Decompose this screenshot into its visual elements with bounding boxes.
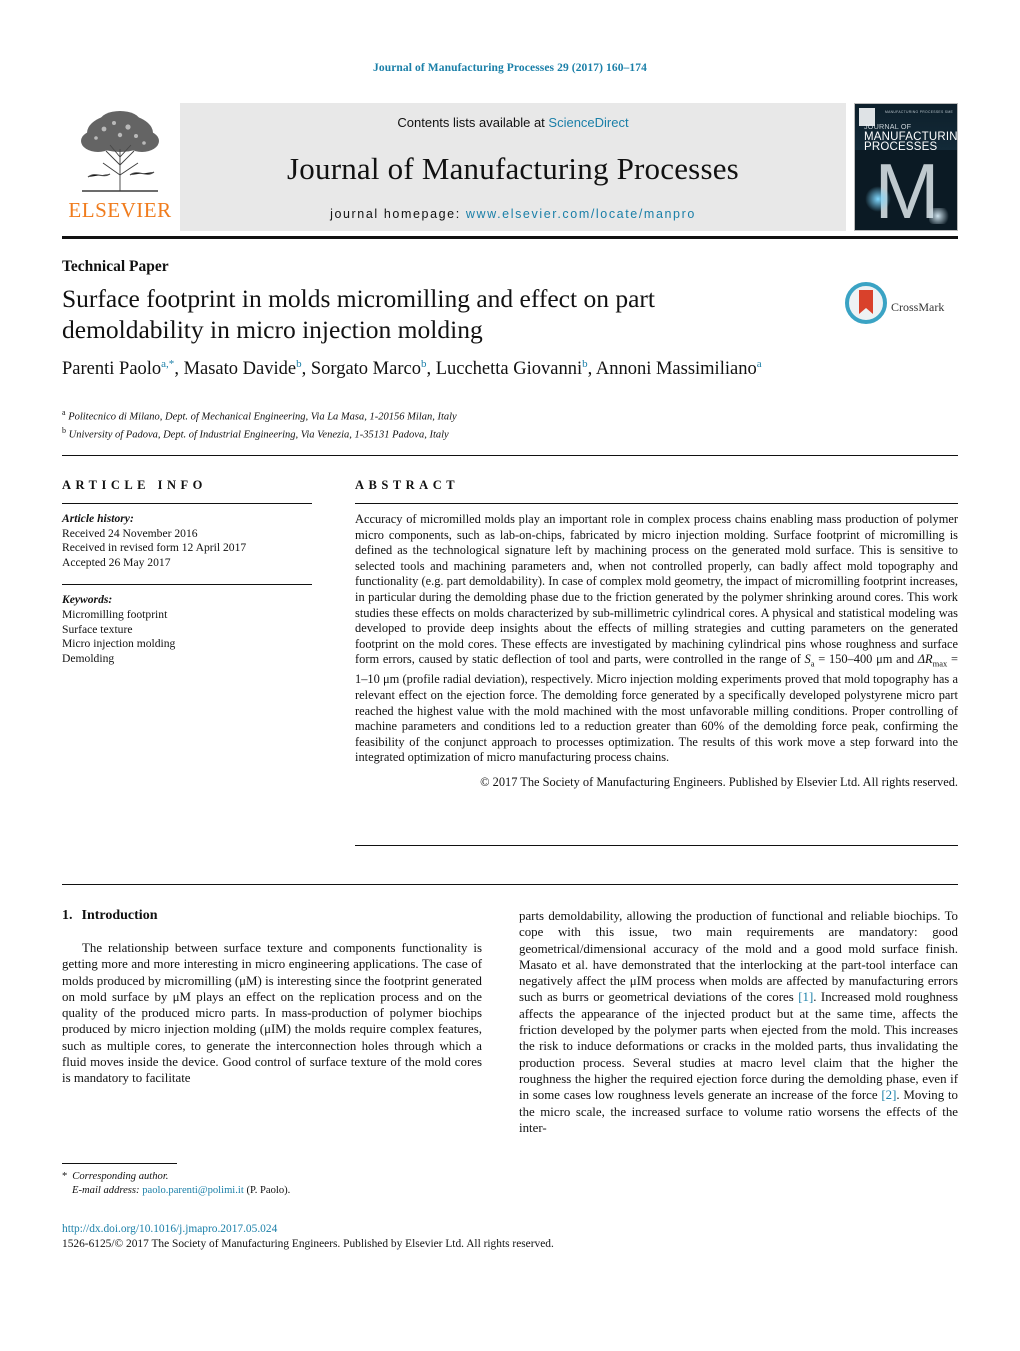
crossmark-icon (845, 282, 887, 324)
cover-glow-decoration (865, 186, 891, 212)
homepage-url-link[interactable]: www.elsevier.com/locate/manpro (466, 207, 696, 221)
email-label: E-mail address: (72, 1185, 140, 1196)
journal-cover-thumbnail: MANUFACTURING PROCESSES SME JOURNAL OF M… (854, 103, 958, 231)
affiliation-list: a Politecnico di Milano, Dept. of Mechan… (62, 406, 822, 442)
author-marks: a,* (161, 358, 175, 370)
citation-link-1[interactable]: [1] (798, 990, 813, 1004)
keywords-label: Keywords: (62, 593, 113, 607)
body-right-column: parts demoldability, allowing the produc… (519, 908, 958, 1136)
intro-paragraph-left: The relationship between surface texture… (62, 941, 482, 1086)
section-title: Introduction (81, 908, 158, 923)
doi-link[interactable]: http://dx.doi.org/10.1016/j.jmapro.2017.… (62, 1222, 662, 1237)
abstract-part-1: Accuracy of micromilled molds play an im… (355, 512, 958, 667)
paper-page: Journal of Manufacturing Processes 29 (2… (0, 0, 1020, 1351)
history-item: Received 24 November 2016 (62, 526, 198, 540)
sciencedirect-link[interactable]: ScienceDirect (548, 115, 628, 130)
keyword-item: Micro injection molding (62, 637, 176, 651)
range-sa: = 150–400 μm and (814, 652, 918, 667)
homepage-prefix: journal homepage: (330, 207, 466, 221)
email-note: E-mail address: paolo.parenti@polimi.it … (62, 1184, 482, 1198)
running-head: Journal of Manufacturing Processes 29 (2… (373, 62, 647, 74)
author-name: Sorgato Marco (310, 359, 421, 380)
article-type-label: Technical Paper (62, 258, 169, 275)
contents-available-line: Contents lists available at ScienceDirec… (397, 115, 628, 130)
affiliation-item: a Politecnico di Milano, Dept. of Mechan… (62, 406, 822, 424)
article-info-heading: ARTICLE INFO (62, 478, 207, 492)
corresponding-author-note: * Corresponding author. (62, 1170, 482, 1184)
author-name: Masato Davide (183, 359, 297, 380)
issn-copyright-line: 1526-6125/© 2017 The Society of Manufact… (62, 1237, 554, 1250)
author-marks: b (420, 358, 427, 370)
crossmark-label: CrossMark (891, 300, 945, 314)
email-suffix: (P. Paolo). (246, 1185, 291, 1196)
body-left-column: 1. Introduction The relationship between … (62, 908, 482, 1087)
header-divider (62, 455, 958, 456)
crossmark-badge[interactable]: CrossMark (845, 282, 953, 334)
affiliation-item: b University of Padova, Dept. of Industr… (62, 424, 822, 442)
abstract-bottom-rule (355, 845, 958, 846)
cover-secondary-logo (929, 208, 951, 224)
page-footer: http://dx.doi.org/10.1016/j.jmapro.2017.… (62, 1222, 662, 1251)
footnote-divider (62, 1163, 177, 1164)
abstract-copyright: © 2017 The Society of Manufacturing Engi… (480, 774, 958, 789)
page-title: Surface footprint in molds micromilling … (62, 284, 655, 344)
affiliation-mark: a (62, 408, 66, 417)
author-name: Lucchetta Giovanni (435, 359, 583, 380)
affiliation-text: Politecnico di Milano, Dept. of Mechanic… (68, 411, 457, 423)
keywords-rule (62, 584, 312, 586)
author-marks: a (756, 358, 762, 370)
journal-title: Journal of Manufacturing Processes (287, 150, 739, 186)
masthead-divider (62, 236, 958, 239)
affiliation-text: University of Padova, Dept. of Industria… (68, 429, 449, 441)
citation-link-2[interactable]: [2] (881, 1088, 896, 1102)
author-item: Annoni Massimilianoa (595, 358, 762, 380)
journal-homepage-line: journal homepage: www.elsevier.com/locat… (330, 207, 696, 221)
body-top-rule (62, 884, 958, 885)
affiliation-mark: b (62, 426, 66, 435)
author-name: Annoni Massimiliano (595, 359, 757, 380)
abstract-text: Accuracy of micromilled molds play an im… (355, 512, 958, 791)
history-item: Received in revised form 12 April 2017 (62, 541, 247, 555)
author-item: Masato Davideb (183, 358, 302, 380)
section-heading-introduction: 1. Introduction (62, 908, 482, 924)
author-item: Parenti Paoloa,* (62, 358, 175, 380)
abstract-heading: ABSTRACT (355, 478, 460, 492)
history-item: Accepted 26 May 2017 (62, 555, 171, 569)
elsevier-tree-icon (81, 111, 159, 192)
journal-masthead: ELSEVIER Contents lists available at Sci… (62, 103, 958, 231)
article-info-rule (62, 503, 312, 504)
article-history-label: Article history: (62, 512, 134, 525)
cover-tiny-text: MANUFACTURING PROCESSES SME (885, 110, 954, 114)
intro-paragraph-right: parts demoldability, allowing the produc… (519, 908, 958, 1136)
author-marks: b (582, 358, 588, 370)
keyword-item: Surface texture (62, 622, 133, 636)
article-info-column: ARTICLE INFO Article history: Received 2… (62, 478, 312, 666)
masthead-center-panel: Contents lists available at ScienceDirec… (180, 103, 846, 231)
section-number: 1. (62, 908, 73, 923)
footnote-block: * Corresponding author. E-mail address: p… (62, 1170, 482, 1198)
article-history-block: Article history: Received 24 November 20… (62, 512, 312, 570)
abstract-rule (355, 503, 958, 504)
keyword-item: Demolding (62, 651, 115, 665)
corresponding-author-text: Corresponding author. (72, 1171, 169, 1182)
keywords-block: Keywords: Micromilling footprint Surface… (62, 593, 312, 666)
author-item: Sorgato Marcob (310, 358, 427, 380)
elsevier-logo: ELSEVIER (62, 103, 180, 231)
footnote-star: * (62, 1171, 68, 1182)
author-list: Parenti Paoloa,*, Masato Davideb, Sorgat… (62, 358, 762, 380)
contents-prefix: Contents lists available at (397, 115, 549, 130)
author-name: Parenti Paolo (62, 359, 162, 380)
symbol-delta-r-sub: max (932, 658, 948, 669)
right-text-2: . Increased mold roughness affects the a… (519, 990, 958, 1103)
keyword-item: Micromilling footprint (62, 607, 168, 621)
email-link[interactable]: paolo.parenti@polimi.it (142, 1185, 244, 1196)
elsevier-wordmark: ELSEVIER (68, 198, 172, 222)
author-item: Lucchetta Giovannib (435, 358, 588, 380)
author-marks: b (296, 358, 302, 370)
abstract-column: ABSTRACT Accuracy of micromilled molds p… (355, 478, 958, 791)
symbol-delta-r: ΔR (917, 652, 933, 667)
cover-title-small: JOURNAL OF (864, 122, 912, 131)
